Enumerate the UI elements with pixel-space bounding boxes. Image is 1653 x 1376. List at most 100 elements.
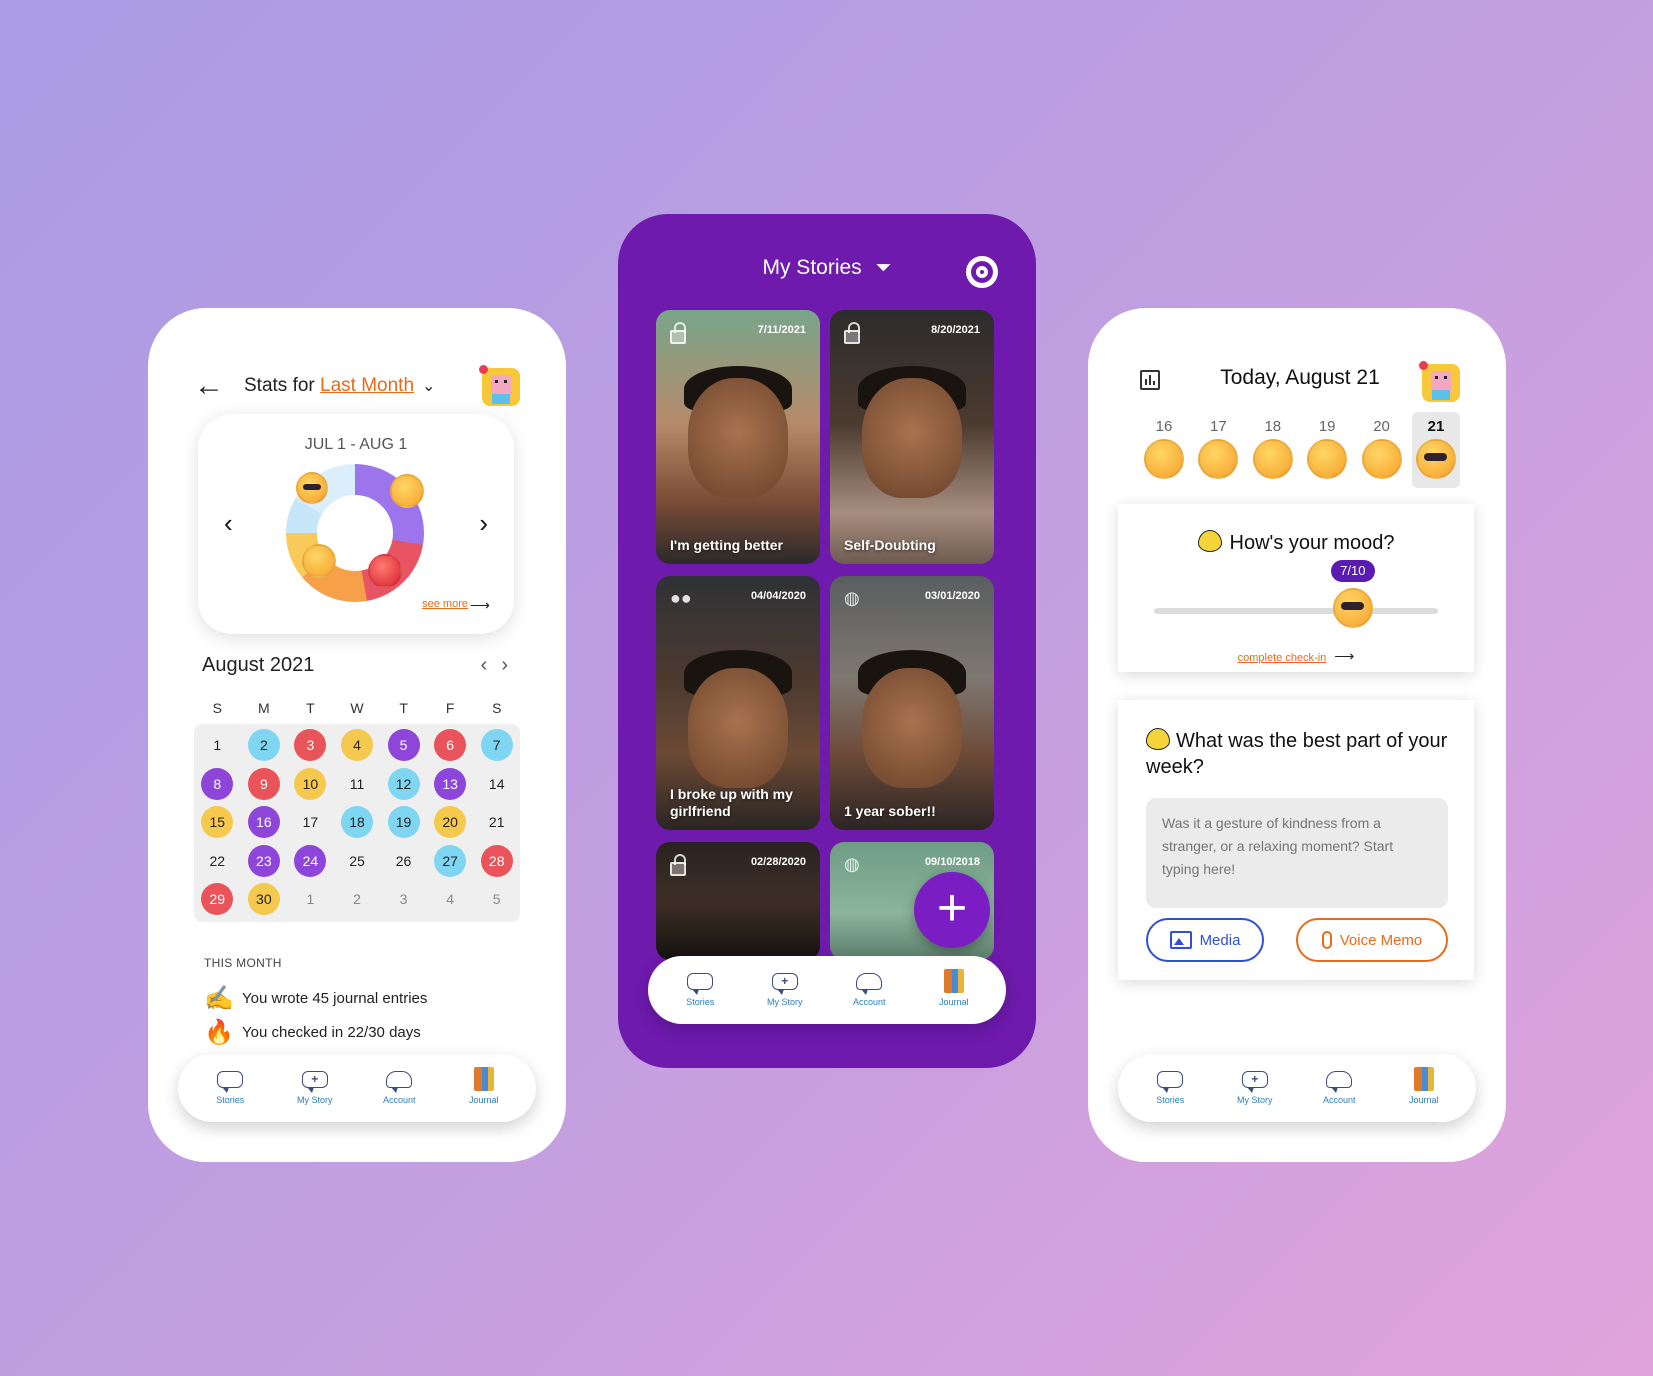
- chevron-right-icon[interactable]: ›: [479, 508, 488, 539]
- weekday-label: S: [492, 700, 502, 716]
- stats-title: Stats for Last Month: [244, 375, 414, 397]
- add-story-icon: +: [770, 973, 800, 995]
- avatar[interactable]: [479, 365, 520, 406]
- calendar-day[interactable]: 6: [427, 726, 474, 765]
- nav-item-account[interactable]: Account: [834, 973, 904, 1007]
- journal-entry-input[interactable]: [1146, 798, 1448, 908]
- calendar-day[interactable]: 25: [334, 842, 381, 881]
- calendar-day-number: 19: [387, 806, 420, 839]
- calendar-day[interactable]: 27: [427, 842, 474, 881]
- calendar-day[interactable]: 9: [241, 765, 288, 804]
- chevron-right-icon[interactable]: ›: [501, 654, 522, 676]
- mood-slider-thumb[interactable]: [1332, 588, 1373, 628]
- nav-item-my-story[interactable]: + My Story: [750, 973, 820, 1007]
- calendar-day[interactable]: 22: [194, 842, 241, 881]
- calendar-day[interactable]: 13: [427, 765, 474, 804]
- back-arrow-icon[interactable]: ←: [194, 371, 224, 401]
- nav-item-journal[interactable]: Journal: [1389, 1067, 1459, 1105]
- calendar-day-number: 27: [434, 844, 467, 877]
- avatar[interactable]: [1419, 361, 1460, 402]
- fire-icon: 🔥: [204, 1019, 234, 1046]
- filter-icon[interactable]: ⏷: [876, 257, 892, 279]
- calendar-day[interactable]: 11: [334, 765, 381, 804]
- mood-question-text: How's your mood?: [1229, 532, 1395, 554]
- calendar-day[interactable]: 8: [194, 765, 241, 804]
- calendar-day[interactable]: 1: [194, 726, 241, 765]
- chevron-down-icon[interactable]: ⌄: [422, 376, 435, 396]
- week-day[interactable]: 16: [1140, 412, 1188, 488]
- calendar-day[interactable]: 15: [194, 803, 241, 842]
- story-tile[interactable]: ●● 04/04/2020 I broke up with my girlfrien…: [656, 576, 820, 830]
- story-caption: I'm getting better: [670, 537, 783, 553]
- calendar-day-number: 11: [349, 775, 365, 792]
- calendar-day[interactable]: 16: [241, 803, 288, 842]
- week-day[interactable]: 18: [1249, 412, 1297, 488]
- story-tile[interactable]: 02/28/2020: [656, 842, 820, 960]
- calendar-day[interactable]: 30: [241, 880, 288, 919]
- calendar-day[interactable]: 7: [473, 726, 520, 765]
- nav-item-my-story[interactable]: + My Story: [1220, 1071, 1290, 1105]
- add-story-button[interactable]: +: [914, 872, 990, 948]
- calendar-day: 2: [334, 880, 381, 919]
- calendar-day[interactable]: 24: [287, 842, 334, 881]
- lock-icon: [844, 322, 860, 344]
- weekday-label: T: [399, 700, 408, 716]
- speech-bubble-icon: [685, 973, 715, 995]
- week-day-number: 16: [1155, 418, 1173, 435]
- week-day[interactable]: 20: [1358, 412, 1406, 488]
- calendar-day[interactable]: 3: [287, 726, 334, 765]
- week-day[interactable]: 17: [1194, 412, 1242, 488]
- calendar-day-number: 3: [399, 891, 408, 908]
- nav-item-account[interactable]: Account: [1304, 1071, 1374, 1105]
- chevron-left-icon[interactable]: ‹: [224, 508, 233, 539]
- nav-item-my-story[interactable]: + My Story: [280, 1071, 350, 1105]
- journal-icon: [469, 1067, 499, 1091]
- complete-checkin-link[interactable]: complete check-in: [1238, 652, 1327, 664]
- calendar-day[interactable]: 4: [334, 726, 381, 765]
- story-tile[interactable]: 8/20/2021 Self-Doubting: [830, 310, 994, 564]
- calendar-day-number: 12: [387, 767, 420, 800]
- calendar-day-number: 10: [294, 767, 327, 800]
- calendar-day[interactable]: 18: [334, 803, 381, 842]
- calendar-day[interactable]: 12: [380, 765, 427, 804]
- story-tile[interactable]: 7/11/2021 I'm getting better: [656, 310, 820, 564]
- lock-icon: [670, 322, 686, 344]
- calendar-day[interactable]: 2: [241, 726, 288, 765]
- voice-memo-button[interactable]: Voice Memo: [1296, 918, 1448, 962]
- calendar-day: 1: [287, 880, 334, 919]
- calendar-header: August 2021 ‹›: [202, 654, 522, 677]
- nav-item-journal[interactable]: Journal: [919, 969, 989, 1007]
- calendar-day[interactable]: 29: [194, 880, 241, 919]
- calendar-day[interactable]: 23: [241, 842, 288, 881]
- nav-label: My Story: [766, 997, 803, 1007]
- calendar-day[interactable]: 5: [380, 726, 427, 765]
- calendar-day-number: 28: [480, 844, 513, 877]
- nav-item-account[interactable]: Account: [364, 1071, 434, 1105]
- nav-item-journal[interactable]: Journal: [449, 1067, 519, 1105]
- calendar-day[interactable]: 14: [473, 765, 520, 804]
- cool-emoji-icon: [1415, 439, 1456, 479]
- calendar-day-number: 5: [387, 729, 420, 762]
- calendar-day[interactable]: 20: [427, 803, 474, 842]
- story-tile[interactable]: ◍ 03/01/2020 1 year sober!!: [830, 576, 994, 830]
- period-dropdown[interactable]: Last Month: [320, 375, 414, 396]
- week-day[interactable]: 19: [1303, 412, 1351, 488]
- media-button[interactable]: Media: [1146, 918, 1264, 962]
- calendar-day[interactable]: 21: [473, 803, 520, 842]
- week-day[interactable]: 21: [1411, 412, 1460, 488]
- week-day-number: 18: [1264, 418, 1282, 435]
- calendar-day[interactable]: 19: [380, 803, 427, 842]
- mood-slider[interactable]: [1154, 608, 1438, 614]
- nav-item-stories[interactable]: Stories: [195, 1071, 265, 1105]
- calendar-day[interactable]: 17: [287, 803, 334, 842]
- calendar-day[interactable]: 28: [473, 842, 520, 881]
- nav-item-stories[interactable]: Stories: [665, 973, 735, 1007]
- see-more-link[interactable]: see more: [422, 598, 468, 610]
- lifebuoy-icon[interactable]: [966, 256, 998, 288]
- nav-item-stories[interactable]: Stories: [1135, 1071, 1205, 1105]
- chevron-left-icon[interactable]: ‹: [481, 654, 502, 676]
- story-caption: I broke up with my girlfriend: [670, 786, 793, 819]
- calendar-day[interactable]: 26: [380, 842, 427, 881]
- calendar-day[interactable]: 10: [287, 765, 334, 804]
- date-range: JUL 1 - AUG 1: [304, 436, 408, 453]
